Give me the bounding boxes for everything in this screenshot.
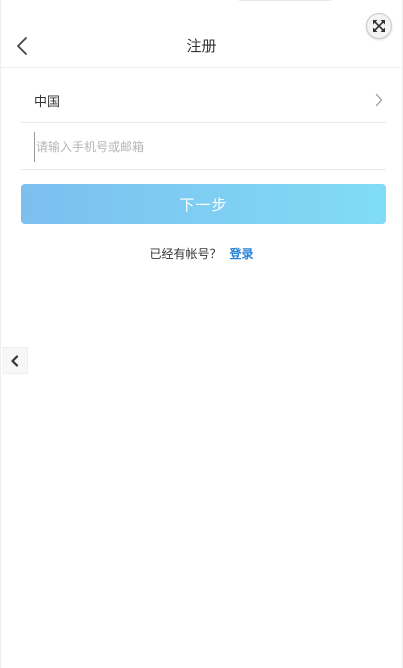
expand-arrows-icon xyxy=(373,20,385,32)
register-page: 注册 中国 下一步 xyxy=(0,0,403,668)
page-title: 注册 xyxy=(186,37,217,55)
header-bar: 注册 xyxy=(1,0,402,68)
next-step-button[interactable]: 下一步 xyxy=(21,184,386,224)
have-account-text: 已经有帐号？ xyxy=(149,247,222,261)
country-label: 中国 xyxy=(34,94,61,110)
chevron-right-icon xyxy=(372,92,386,108)
phone-or-email-input[interactable] xyxy=(34,131,386,162)
country-selector[interactable]: 中国 xyxy=(21,78,386,123)
side-collapse-button[interactable] xyxy=(2,347,28,374)
login-prompt: 已经有帐号？ 登录 xyxy=(1,246,402,262)
expand-button[interactable] xyxy=(366,13,392,39)
chevron-left-icon xyxy=(10,354,18,367)
phone-field-row xyxy=(21,124,386,170)
login-link[interactable]: 登录 xyxy=(230,247,254,261)
